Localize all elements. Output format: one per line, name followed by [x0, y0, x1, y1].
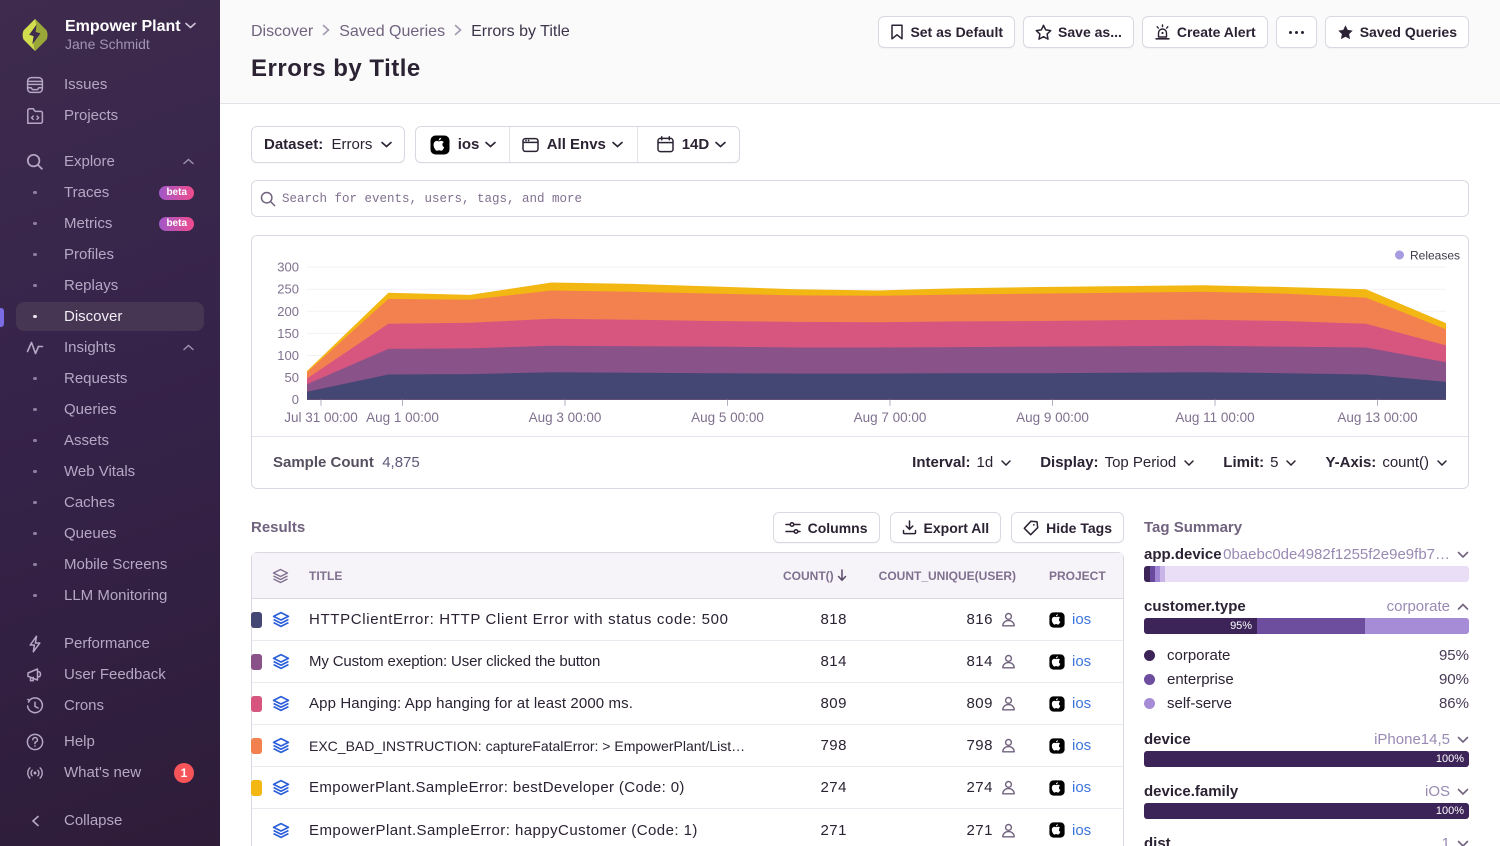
svg-text:Aug 13 00:00: Aug 13 00:00 — [1337, 410, 1417, 425]
svg-text:Aug 3 00:00: Aug 3 00:00 — [529, 410, 602, 425]
svg-text:Aug 1 00:00: Aug 1 00:00 — [366, 410, 439, 425]
svg-text:Jul 31 00:00: Jul 31 00:00 — [284, 410, 358, 425]
svg-text:0: 0 — [292, 392, 299, 407]
svg-text:Aug 9 00:00: Aug 9 00:00 — [1016, 410, 1089, 425]
svg-text:100: 100 — [277, 348, 299, 363]
svg-text:150: 150 — [277, 326, 299, 341]
svg-text:300: 300 — [277, 260, 299, 275]
svg-text:250: 250 — [277, 282, 299, 297]
svg-text:50: 50 — [285, 370, 299, 385]
svg-text:200: 200 — [277, 304, 299, 319]
svg-text:Aug 11 00:00: Aug 11 00:00 — [1175, 410, 1254, 425]
svg-text:Aug 5 00:00: Aug 5 00:00 — [691, 410, 764, 425]
svg-text:Aug 7 00:00: Aug 7 00:00 — [854, 410, 927, 425]
svg-text:Releases: Releases — [1410, 249, 1460, 263]
